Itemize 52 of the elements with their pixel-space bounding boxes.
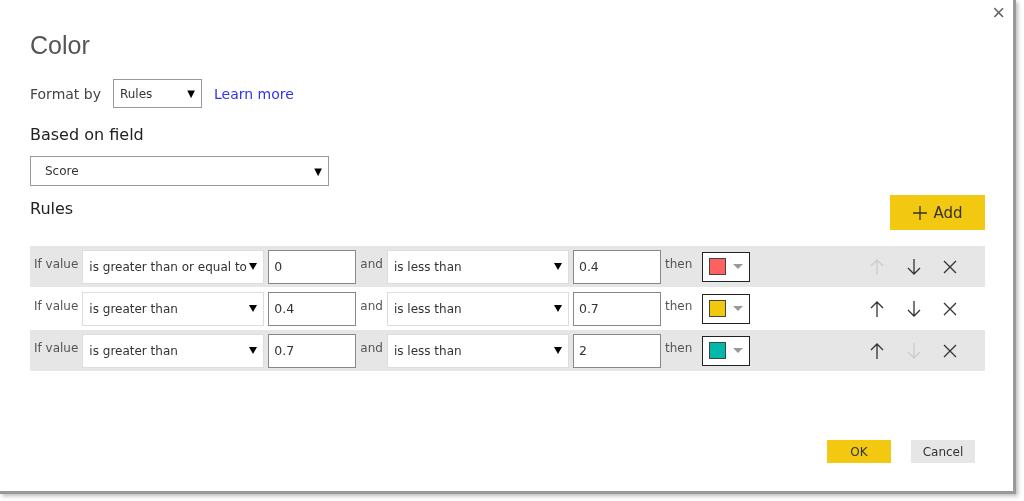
caret-icon bbox=[249, 305, 258, 312]
operator-dropdown[interactable]: is greater than bbox=[82, 291, 265, 326]
value-input[interactable]: 0.4 bbox=[572, 249, 661, 284]
format-by-label: Format by bbox=[30, 85, 101, 102]
operator-dropdown[interactable]: is greater than or equal to bbox=[82, 249, 265, 284]
field-dropdown[interactable]: Score ▼ bbox=[30, 156, 329, 186]
close-button[interactable]: × bbox=[992, 2, 1005, 24]
dialog-title: Color bbox=[30, 31, 90, 60]
delete-icon[interactable] bbox=[943, 301, 957, 316]
color-picker[interactable] bbox=[702, 293, 751, 324]
caret-icon bbox=[733, 263, 744, 270]
delete-icon[interactable] bbox=[943, 343, 957, 358]
caret-icon bbox=[553, 305, 562, 312]
up-arrow-icon[interactable] bbox=[869, 341, 885, 360]
format-by-dropdown[interactable]: Rules ▼ bbox=[112, 79, 202, 108]
operator-dropdown[interactable]: is less than bbox=[386, 333, 569, 368]
cancel-button[interactable]: Cancel bbox=[911, 440, 975, 463]
down-arrow-icon[interactable] bbox=[906, 257, 922, 276]
color-picker[interactable] bbox=[702, 251, 751, 282]
up-arrow-icon[interactable] bbox=[869, 299, 885, 318]
section-heading: Based on field bbox=[30, 125, 145, 144]
row-label: and bbox=[360, 341, 383, 355]
plus-icon bbox=[912, 204, 929, 221]
value-input[interactable]: 0.7 bbox=[268, 333, 357, 368]
operator-dropdown[interactable]: is less than bbox=[386, 291, 569, 326]
down-arrow-icon[interactable] bbox=[906, 299, 922, 318]
operator-dropdown[interactable]: is less than bbox=[386, 249, 569, 284]
caret-icon bbox=[249, 347, 258, 354]
row-label: then bbox=[664, 257, 693, 271]
section-heading: Rules bbox=[30, 199, 74, 218]
row-label: If value bbox=[34, 257, 79, 271]
caret-icon bbox=[553, 263, 562, 270]
row-label: If value bbox=[34, 299, 79, 313]
row-label: and bbox=[360, 257, 383, 271]
row-label: then bbox=[664, 299, 693, 313]
value-input[interactable]: 0.7 bbox=[572, 291, 661, 326]
operator-dropdown[interactable]: is greater than bbox=[82, 333, 265, 368]
caret-icon bbox=[733, 305, 744, 312]
value-input[interactable]: 0 bbox=[268, 249, 357, 284]
caret-icon bbox=[553, 347, 562, 354]
add-button[interactable]: Add bbox=[890, 195, 985, 230]
ok-button[interactable]: OK bbox=[827, 440, 891, 463]
value-input[interactable]: 0.4 bbox=[268, 291, 357, 326]
caret-icon bbox=[733, 347, 744, 354]
value-input[interactable]: 2 bbox=[572, 333, 661, 368]
delete-icon[interactable] bbox=[943, 259, 957, 274]
caret-icon bbox=[249, 263, 258, 270]
learn-more-link[interactable]: Learn more bbox=[213, 85, 294, 102]
row-label: and bbox=[360, 299, 383, 313]
color-picker[interactable] bbox=[702, 335, 751, 366]
row-label: If value bbox=[34, 341, 79, 355]
row-label: then bbox=[664, 341, 693, 355]
